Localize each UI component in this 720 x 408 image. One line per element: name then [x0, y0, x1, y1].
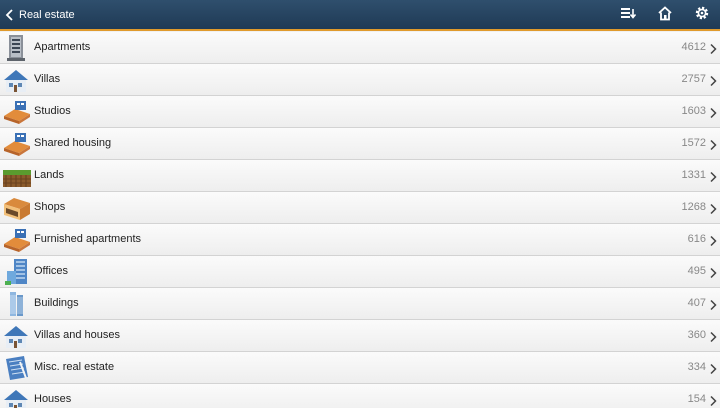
list-item[interactable]: Villas 2757 [0, 64, 720, 96]
chevron-right-icon [709, 106, 717, 119]
item-label: Houses [34, 393, 72, 405]
apartment-building-icon [2, 33, 32, 63]
chevron-right-icon [709, 266, 717, 279]
list-item[interactable]: Villas and houses 360 [0, 320, 720, 352]
item-label: Furnished apartments [34, 233, 141, 245]
item-count: 2757 [681, 73, 706, 85]
chevron-right-icon [709, 394, 717, 407]
list-item[interactable]: Studios 1603 [0, 96, 720, 128]
list-item[interactable]: Apartments 4612 [0, 32, 720, 64]
item-count: 1268 [681, 201, 706, 213]
app-header: Real estate [0, 0, 720, 31]
list-item[interactable]: Lands 1331 [0, 160, 720, 192]
item-label: Shared housing [34, 137, 112, 149]
gear-icon [694, 5, 710, 26]
house-icon [2, 321, 32, 351]
item-count: 360 [687, 329, 706, 341]
chevron-right-icon [709, 170, 717, 183]
list-item[interactable]: Furnished apartments 616 [0, 224, 720, 256]
chevron-right-icon [709, 298, 717, 311]
chevron-right-icon [709, 202, 717, 215]
settings-button[interactable] [683, 0, 720, 31]
buildings-icon [2, 289, 32, 319]
furnished-apartment-icon [2, 225, 32, 255]
back-button[interactable]: Real estate [0, 0, 75, 30]
item-count: 1572 [681, 137, 706, 149]
office-building-icon [2, 257, 32, 287]
item-count: 495 [687, 265, 706, 277]
sort-icon [620, 6, 636, 25]
item-label: Villas [34, 73, 61, 85]
page-title: Real estate [19, 8, 75, 21]
blueprint-icon [2, 353, 32, 383]
item-count: 616 [687, 233, 706, 245]
sort-button[interactable] [609, 0, 646, 31]
list-item[interactable]: Shops 1268 [0, 192, 720, 224]
list-item[interactable]: Buildings 407 [0, 288, 720, 320]
chevron-right-icon [709, 330, 717, 343]
list-item[interactable]: Shared housing 1572 [0, 128, 720, 160]
land-icon [2, 161, 32, 191]
item-label: Lands [34, 169, 64, 181]
house-icon [2, 385, 32, 408]
chevron-right-icon [709, 74, 717, 87]
shop-icon [2, 193, 32, 223]
item-count: 1603 [681, 105, 706, 117]
item-label: Villas and houses [34, 329, 121, 341]
list-item[interactable]: Misc. real estate 334 [0, 352, 720, 384]
item-label: Offices [34, 265, 69, 277]
chevron-left-icon [5, 0, 18, 30]
item-count: 407 [687, 297, 706, 309]
item-label: Apartments [34, 41, 91, 53]
studio-icon [2, 97, 32, 127]
chevron-right-icon [709, 138, 717, 151]
list-item[interactable]: Houses 154 [0, 384, 720, 408]
chevron-right-icon [709, 42, 717, 55]
item-count: 334 [687, 361, 706, 373]
home-icon [657, 5, 673, 26]
chevron-right-icon [709, 234, 717, 247]
item-label: Studios [34, 105, 71, 117]
villa-icon [2, 65, 32, 95]
category-list: Apartments 4612 Villas 2757 Studios 1603… [0, 32, 720, 408]
item-label: Misc. real estate [34, 361, 115, 373]
shared-housing-icon [2, 129, 32, 159]
chevron-right-icon [709, 362, 717, 375]
item-count: 154 [687, 393, 706, 405]
item-count: 4612 [681, 41, 706, 53]
home-button[interactable] [646, 0, 683, 31]
item-count: 1331 [681, 169, 706, 181]
list-item[interactable]: Offices 495 [0, 256, 720, 288]
item-label: Buildings [34, 297, 79, 309]
item-label: Shops [34, 201, 66, 213]
